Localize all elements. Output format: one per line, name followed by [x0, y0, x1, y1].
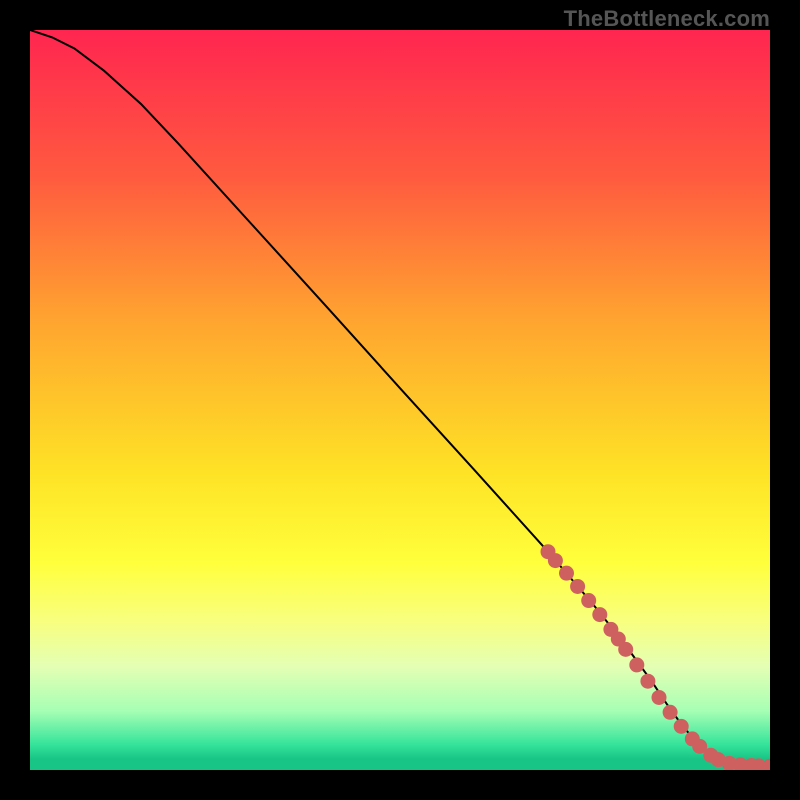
marker-point	[674, 719, 689, 734]
marker-point	[640, 674, 655, 689]
marker-point	[559, 566, 574, 581]
plot-svg	[30, 30, 770, 770]
gradient-background	[30, 30, 770, 770]
plot-area	[30, 30, 770, 770]
marker-point	[581, 593, 596, 608]
marker-point	[592, 607, 607, 622]
watermark-text: TheBottleneck.com	[564, 6, 770, 32]
chart-frame: TheBottleneck.com	[0, 0, 800, 800]
marker-point	[548, 553, 563, 568]
marker-point	[629, 657, 644, 672]
marker-point	[570, 579, 585, 594]
marker-point	[663, 705, 678, 720]
marker-point	[618, 642, 633, 657]
marker-point	[652, 690, 667, 705]
